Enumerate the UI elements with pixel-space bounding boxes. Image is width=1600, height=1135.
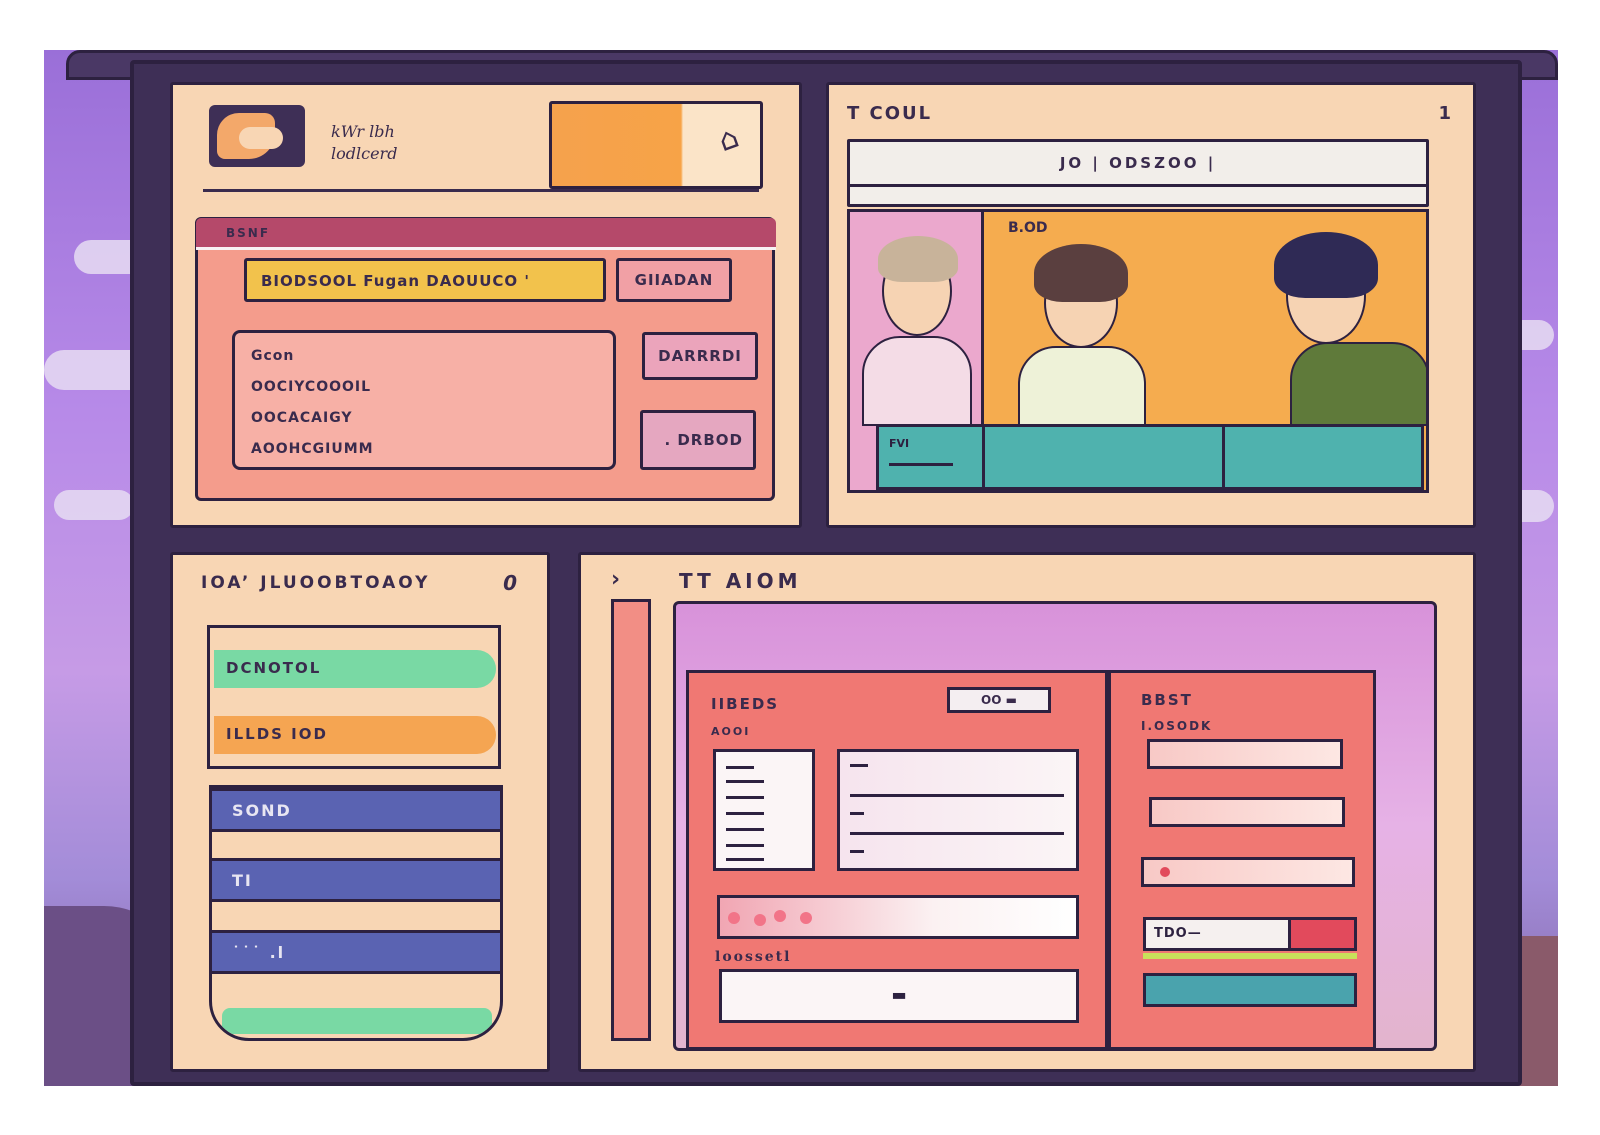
list-box[interactable] bbox=[713, 749, 815, 871]
cloud bbox=[54, 490, 134, 520]
text-line bbox=[850, 832, 1064, 835]
toggle-switch[interactable]: TDO— bbox=[1143, 917, 1357, 951]
person-hair bbox=[1034, 244, 1128, 302]
video-url-bar[interactable]: JO | ODSZOO | bbox=[847, 139, 1429, 207]
pin-card[interactable]: ⌂ bbox=[549, 101, 763, 189]
person-figure bbox=[1260, 226, 1426, 426]
section-label: loossetl bbox=[715, 949, 792, 965]
profile-name: kWr lbh lodlcerd bbox=[331, 121, 397, 165]
action-button-tertiary[interactable]: . DRBOD bbox=[640, 410, 756, 470]
profile-name-line2: lodlcerd bbox=[331, 144, 398, 163]
video-overlay-label: B.OD bbox=[1008, 220, 1048, 236]
nav-list: SOND TI ˙˙˙ .l bbox=[209, 785, 503, 1041]
nav-item[interactable]: SOND bbox=[212, 788, 500, 832]
input-field[interactable] bbox=[1149, 797, 1345, 827]
details-card: BSNF BIODSOOL Fugan DAOUUCO ' GIIADAN Gc… bbox=[195, 217, 776, 501]
list-item[interactable]: Gcon bbox=[251, 341, 597, 372]
video-title: T COUL bbox=[847, 103, 933, 124]
list-line bbox=[726, 796, 764, 799]
video-panel: T COUL 1 JO | ODSZOO | B.OD FVI bbox=[826, 82, 1476, 528]
action-button-secondary[interactable]: DARRRDI bbox=[642, 332, 758, 380]
action-button-primary[interactable]: GIIADAN bbox=[616, 258, 732, 302]
form-left-subtitle: AOOI bbox=[711, 725, 751, 738]
list-item[interactable]: AOOHCGIUMM bbox=[251, 434, 597, 465]
nav-footer-bar[interactable] bbox=[222, 1008, 492, 1034]
menu-pill-green[interactable]: DCNOTOL bbox=[214, 650, 496, 688]
form-toggle[interactable]: OO ▬ bbox=[947, 687, 1051, 713]
color-input-field[interactable] bbox=[717, 895, 1079, 939]
color-dot bbox=[774, 910, 786, 922]
color-dot bbox=[728, 912, 740, 924]
person-hair bbox=[1274, 232, 1378, 298]
toggle-label: TDO— bbox=[1154, 926, 1202, 941]
confirm-button[interactable] bbox=[1143, 973, 1357, 1007]
text-line bbox=[850, 764, 868, 767]
form-title: TT AIOM bbox=[679, 569, 802, 593]
menu-title: IOA’ JLUOOBTOAOY bbox=[201, 573, 431, 593]
video-strip-label: FVI bbox=[889, 437, 910, 450]
person-figure bbox=[856, 226, 976, 426]
form-right-title: BBST bbox=[1141, 691, 1193, 709]
menu-options: DCNOTOL ILLDS IOD bbox=[207, 625, 501, 769]
pin-icon[interactable]: ⌂ bbox=[714, 120, 744, 159]
list-line bbox=[726, 812, 764, 815]
input-field[interactable] bbox=[1147, 739, 1343, 769]
color-dot bbox=[800, 912, 812, 924]
details-header-label: BSNF bbox=[226, 226, 271, 240]
video-control-cell[interactable] bbox=[985, 427, 1225, 487]
divider bbox=[203, 189, 759, 192]
list-item[interactable]: OOCIYCOOOIL bbox=[251, 372, 597, 403]
chevron-right-icon[interactable]: › bbox=[611, 567, 620, 592]
submit-field[interactable]: ▬ bbox=[719, 969, 1079, 1023]
tag-bar[interactable]: BIODSOOL Fugan DAOUUCO ' bbox=[244, 258, 606, 302]
color-dot bbox=[754, 914, 766, 926]
text-line bbox=[850, 794, 1064, 797]
video-frame[interactable]: B.OD FVI bbox=[847, 209, 1429, 493]
profile-thumbnail[interactable] bbox=[209, 105, 305, 167]
person-figure bbox=[1010, 236, 1150, 426]
form-panel: › TT AIOM IIBEDS AOOI OO ▬ loossetl ▬ BB… bbox=[578, 552, 1476, 1072]
list-line bbox=[726, 858, 764, 861]
video-count: 1 bbox=[1438, 103, 1451, 124]
profile-name-line1: kWr lbh bbox=[331, 122, 395, 141]
form-right-subtitle: I.OSODK bbox=[1141, 719, 1213, 733]
progress-line bbox=[889, 463, 953, 466]
profile-panel: kWr lbh lodlcerd ⌂ BSNF BIODSOOL Fugan D… bbox=[170, 82, 802, 528]
menu-panel: IOA’ JLUOOBTOAOY 0 DCNOTOL ILLDS IOD SON… bbox=[170, 552, 550, 1072]
form-right-section: BBST I.OSODK TDO— bbox=[1108, 670, 1376, 1048]
person-body bbox=[1290, 342, 1426, 426]
video-control-cell[interactable]: FVI bbox=[879, 427, 985, 487]
toggle-knob[interactable] bbox=[1288, 920, 1354, 948]
scrollbar[interactable] bbox=[611, 599, 651, 1041]
list-line bbox=[726, 766, 754, 769]
divider bbox=[850, 184, 1426, 187]
status-dot bbox=[1160, 867, 1170, 877]
text-line bbox=[850, 812, 864, 815]
form-left-title: IIBEDS bbox=[711, 695, 780, 713]
form-screen: IIBEDS AOOI OO ▬ loossetl ▬ BBST I.OSODK… bbox=[673, 601, 1437, 1051]
nav-item[interactable]: TI bbox=[212, 858, 500, 902]
person-body bbox=[862, 336, 972, 426]
person-body bbox=[1018, 346, 1146, 426]
menu-count: 0 bbox=[503, 571, 517, 595]
list-line bbox=[726, 828, 764, 831]
text-line bbox=[850, 850, 864, 853]
list-line bbox=[726, 844, 764, 847]
details-list: Gcon OOCIYCOOOIL OOCACAIGY AOOHCGIUMM bbox=[232, 330, 616, 470]
menu-pill-orange[interactable]: ILLDS IOD bbox=[214, 716, 496, 754]
nav-item[interactable]: ˙˙˙ .l bbox=[212, 930, 500, 974]
progress-bar bbox=[1143, 953, 1357, 959]
video-url: JO | ODSZOO | bbox=[1059, 154, 1217, 172]
list-line bbox=[726, 780, 764, 783]
details-header: BSNF bbox=[196, 218, 776, 250]
input-field[interactable] bbox=[1141, 857, 1355, 887]
form-left-section: IIBEDS AOOI OO ▬ loossetl ▬ bbox=[686, 670, 1108, 1048]
text-area[interactable] bbox=[837, 749, 1079, 871]
list-item[interactable]: OOCACAIGY bbox=[251, 403, 597, 434]
video-controls-strip[interactable]: FVI bbox=[876, 424, 1424, 490]
person-hair bbox=[878, 236, 958, 282]
hand-icon-detail bbox=[239, 127, 283, 149]
